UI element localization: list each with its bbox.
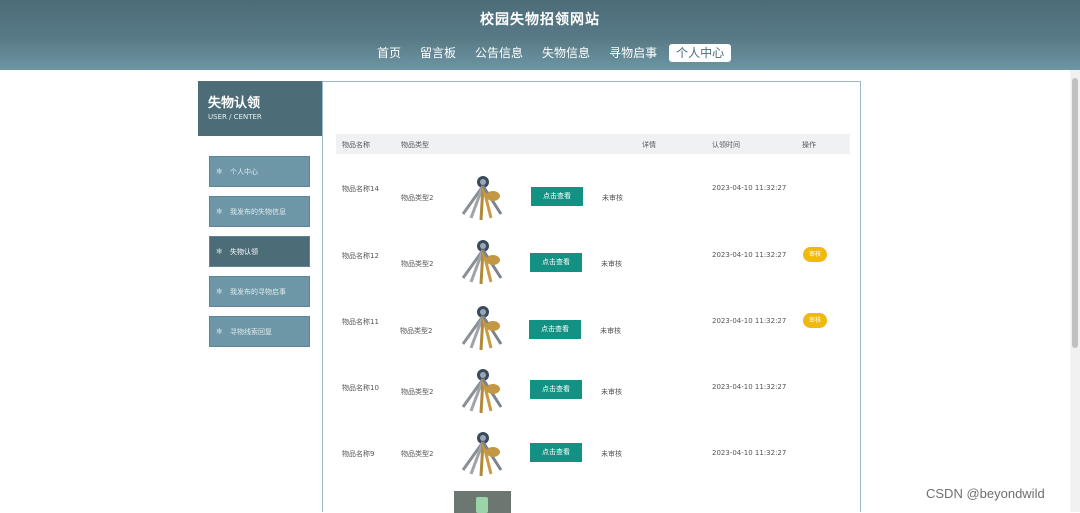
column-header-type: 物品类型 xyxy=(401,141,429,149)
sidebar-item-label: 个人中心 xyxy=(230,168,258,176)
column-header-time: 认领时间 xyxy=(712,141,740,149)
view-details-button[interactable]: 点击查看 xyxy=(530,443,582,462)
sidebar-item-my-notices[interactable]: ❄ 我发布的寻物启事 xyxy=(209,276,310,307)
audit-button[interactable]: 审核 xyxy=(803,313,827,328)
item-type: 物品类型2 xyxy=(401,260,434,268)
claim-time: 2023-04-10 11:32:27 xyxy=(712,184,787,192)
nav-message-board[interactable]: 留言板 xyxy=(413,44,463,62)
view-details-button[interactable]: 点击查看 xyxy=(530,380,582,399)
sidebar-item-claims[interactable]: ❄ 失物认领 xyxy=(209,236,310,267)
status-text: 未审核 xyxy=(601,450,622,458)
watermark: CSDN @beyondwild xyxy=(926,486,1045,501)
sidebar-item-my-lost-items[interactable]: ❄ 我发布的失物信息 xyxy=(209,196,310,227)
site-title: 校园失物招领网站 xyxy=(480,12,600,28)
column-header-detail: 详情 xyxy=(642,141,656,149)
sidebar-item-personal-center[interactable]: ❄ 个人中心 xyxy=(209,156,310,187)
keys-image xyxy=(453,174,509,224)
table-row: 物品名称10 物品类型2 点击查看 未审核 2023-04-10 11:32:2… xyxy=(336,365,850,431)
keys-image xyxy=(453,304,509,354)
status-text: 未审核 xyxy=(601,260,622,268)
table-header: 物品名称 物品类型 详情 认领时间 操作 xyxy=(336,134,850,154)
claim-time: 2023-04-10 11:32:27 xyxy=(712,449,787,457)
sidebar-menu: ❄ 个人中心 ❄ 我发布的失物信息 ❄ 失物认领 ❄ 我发布的寻物启事 ❄ 寻物线索回复 xyxy=(209,156,310,356)
snowflake-icon: ❄ xyxy=(216,167,223,176)
item-name: 物品名称11 xyxy=(342,318,379,326)
item-type: 物品类型2 xyxy=(400,327,433,335)
keys-image xyxy=(453,238,509,288)
scrollbar-thumb[interactable] xyxy=(1072,78,1078,348)
sidebar-header: 失物认领 USER / CENTER xyxy=(198,81,322,136)
nav-announcements[interactable]: 公告信息 xyxy=(468,44,530,62)
snowflake-icon: ❄ xyxy=(216,327,223,336)
status-text: 未审核 xyxy=(600,327,621,335)
table-row: 物品名称12 物品类型2 点击查看 未审核 2023-04-10 11:32:2… xyxy=(336,232,850,298)
keys-image xyxy=(453,430,509,480)
item-thumbnail xyxy=(454,491,511,513)
nav-lost-items[interactable]: 失物信息 xyxy=(535,44,597,62)
snowflake-icon: ❄ xyxy=(216,247,223,256)
sidebar-item-label: 寻物线索回复 xyxy=(230,328,272,336)
table-row: 物品名称11 物品类型2 点击查看 未审核 2023-04-10 11:32:2… xyxy=(336,298,850,364)
column-header-name: 物品名称 xyxy=(342,141,370,149)
keys-image xyxy=(453,367,509,417)
snowflake-icon: ❄ xyxy=(216,207,223,216)
nav-personal-center[interactable]: 个人中心 xyxy=(669,44,732,62)
claim-time: 2023-04-10 11:32:27 xyxy=(712,251,787,259)
page-scrollbar[interactable] xyxy=(1070,70,1080,512)
snowflake-icon: ❄ xyxy=(216,287,223,296)
claim-time: 2023-04-10 11:32:27 xyxy=(712,383,787,391)
content-panel: 物品名称 物品类型 详情 认领时间 操作 物品名称14 物品类型2 点击查看 未… xyxy=(322,81,861,513)
view-details-button[interactable]: 点击查看 xyxy=(530,253,582,272)
item-name: 物品名称12 xyxy=(342,252,379,260)
main-nav: 首页 留言板 公告信息 失物信息 寻物启事 个人中心 xyxy=(370,44,736,62)
nav-search-notices[interactable]: 寻物启事 xyxy=(602,44,664,62)
sidebar-item-label: 我发布的寻物启事 xyxy=(230,288,286,296)
top-header: 校园失物招领网站 首页 留言板 公告信息 失物信息 寻物启事 个人中心 xyxy=(0,0,1080,70)
item-name: 物品名称9 xyxy=(342,450,375,458)
sidebar-item-label: 我发布的失物信息 xyxy=(230,208,286,216)
sidebar-item-clue-replies[interactable]: ❄ 寻物线索回复 xyxy=(209,316,310,347)
sidebar-subtitle: USER / CENTER xyxy=(208,113,262,121)
item-type: 物品类型2 xyxy=(401,194,434,202)
sidebar-item-label: 失物认领 xyxy=(230,248,258,256)
view-details-button[interactable]: 点击查看 xyxy=(529,320,581,339)
column-header-action: 操作 xyxy=(802,141,816,149)
item-name: 物品名称14 xyxy=(342,185,379,193)
table-row: 物品名称9 物品类型2 点击查看 未审核 2023-04-10 11:32:27 xyxy=(336,432,850,498)
item-name: 物品名称10 xyxy=(342,384,379,392)
item-type: 物品类型2 xyxy=(401,450,434,458)
table-row: 物品名称14 物品类型2 点击查看 未审核 2023-04-10 11:32:2… xyxy=(336,164,850,230)
view-details-button[interactable]: 点击查看 xyxy=(531,187,583,206)
nav-home[interactable]: 首页 xyxy=(370,44,408,62)
claim-time: 2023-04-10 11:32:27 xyxy=(712,317,787,325)
audit-button[interactable]: 审核 xyxy=(803,247,827,262)
status-text: 未审核 xyxy=(601,388,622,396)
status-text: 未审核 xyxy=(602,194,623,202)
sidebar-title: 失物认领 xyxy=(208,96,261,111)
shirt-image xyxy=(476,497,488,513)
item-type: 物品类型2 xyxy=(401,388,434,396)
